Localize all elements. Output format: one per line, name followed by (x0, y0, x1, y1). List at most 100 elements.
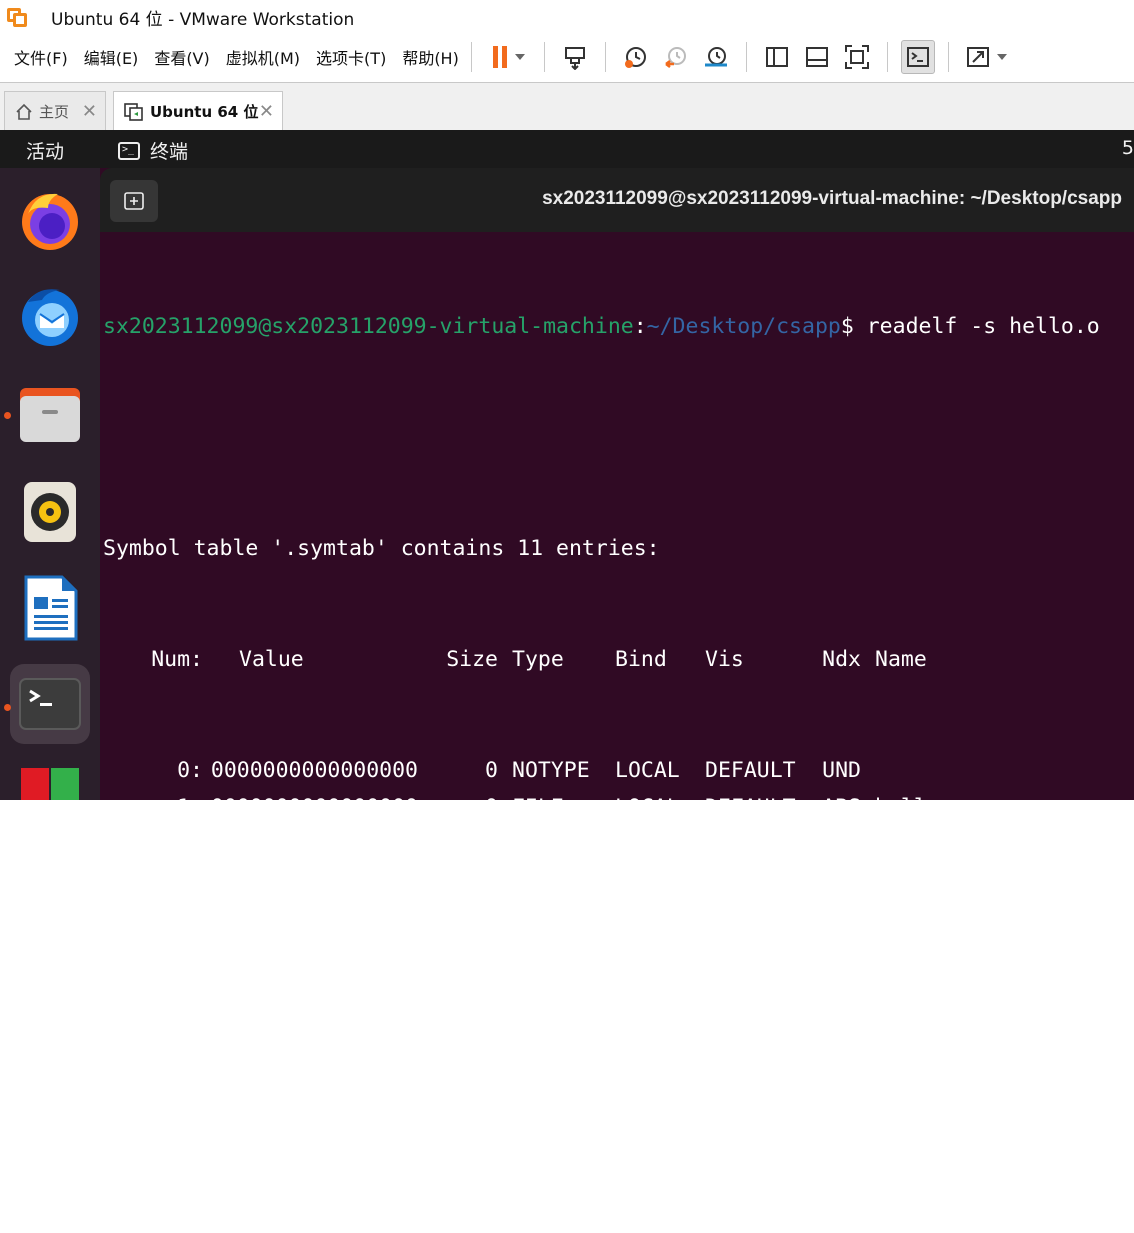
symbol-type: SECTION (512, 869, 603, 894)
terminal-icon: >_ (118, 141, 140, 160)
symbol-name: sleep (875, 1091, 940, 1116)
symbol-type: FILE (512, 795, 564, 820)
symbol-size: 0 (485, 832, 498, 857)
prompt-end: $ (840, 314, 867, 339)
prompt-line: sx2023112099@sx2023112099-virtual-machin… (103, 308, 1133, 345)
symbol-row: 4: 0000000000000000 153 FUNC GLOBAL DEFAULT 1 m… (103, 900, 1133, 937)
tab-ubuntu[interactable]: Ubuntu 64 位 ✕ (113, 91, 283, 131)
symbol-type: SECTION (512, 832, 603, 857)
symbol-rows: 0: 0000000000000000 0 NOTYPE LOCAL DEFAULT UND… (103, 752, 1133, 1159)
firefox-icon (22, 193, 78, 250)
show-library-button[interactable] (760, 40, 794, 74)
pause-button[interactable] (485, 40, 531, 74)
symbol-name: getchar (875, 1128, 966, 1153)
snapshot-manager-button[interactable] (699, 40, 733, 74)
symbol-name: atoi (875, 1054, 927, 1079)
col-bind: Bind (615, 647, 667, 672)
vmware-logo-icon (7, 6, 29, 28)
running-indicator (4, 412, 11, 419)
app-menu[interactable]: >_ 终端 (118, 137, 188, 164)
symbol-vis: DEFAULT (705, 1128, 796, 1153)
dock-firefox[interactable] (10, 180, 90, 260)
symbol-ndx: 1 (848, 832, 861, 857)
terminal-output[interactable]: sx2023112099@sx2023112099-virtual-machin… (103, 234, 1133, 1233)
symbol-ndx: 1 (848, 906, 861, 931)
symbol-type: NOTYPE (512, 980, 590, 1005)
dock-terminal[interactable] (10, 664, 90, 744)
new-tab-button[interactable] (110, 180, 158, 222)
symbol-bind: GLOBAL (615, 1054, 693, 1079)
symbol-vis: DEFAULT (705, 906, 796, 931)
close-icon[interactable]: ✕ (259, 101, 274, 122)
menu-help[interactable]: 帮助(H) (402, 41, 459, 73)
revert-snapshot-button[interactable] (659, 40, 693, 74)
terminal-window: sx2023112099@sx2023112099-virtual-machin… (100, 168, 1134, 1153)
symbol-bind: GLOBAL (615, 1017, 693, 1042)
menu-view[interactable]: 查看(V) (154, 41, 209, 73)
toolbar-divider (886, 42, 888, 72)
bottom-panel-layout-icon (805, 47, 828, 67)
symbol-num: 4: (177, 906, 203, 931)
symbol-name: exit (875, 980, 927, 1005)
col-vis: Vis (705, 647, 744, 672)
col-size: Size (446, 647, 498, 672)
dock-files[interactable] (10, 374, 90, 454)
clock[interactable]: 5 (1122, 137, 1134, 159)
menu-vm[interactable]: 虚拟机(M) (226, 41, 300, 73)
symbol-value: 0000000000000000 (210, 832, 418, 857)
thunderbird-icon (22, 289, 78, 346)
console-view-button[interactable] (900, 40, 935, 74)
symbol-num: 8: (177, 1054, 203, 1079)
symbol-num: 2: (177, 832, 203, 857)
symbol-row: 3: 0000000000000000 0 SECTION LOCAL DEFAULT 5.… (103, 863, 1133, 900)
running-indicator (4, 704, 11, 711)
symbol-ndx: UND (822, 1091, 861, 1116)
symbol-value: 0000000000000000 (210, 795, 418, 820)
terminal-title: sx2023112099@sx2023112099-virtual-machin… (542, 188, 1122, 209)
symbol-vis: DEFAULT (705, 758, 796, 783)
symbol-size: 0 (485, 869, 498, 894)
close-icon[interactable]: ✕ (82, 101, 97, 122)
symbol-vis: DEFAULT (705, 1091, 796, 1116)
tab-home[interactable]: 主页 ✕ (4, 91, 106, 131)
chevron-down-icon (996, 54, 1007, 60)
activities-button[interactable]: 活动 (26, 137, 64, 164)
toolbar-divider (543, 42, 545, 72)
snapshot-button[interactable] (619, 40, 653, 74)
snapshot-clock-icon (624, 47, 646, 68)
send-ctrl-alt-del-button[interactable] (558, 40, 592, 74)
symbol-row: 7: 0000000000000000 0 NOTYPE GLOBAL DEFAULT UN… (103, 1011, 1133, 1048)
toolbar-divider (745, 42, 747, 72)
symbol-size: 0 (485, 1091, 498, 1116)
software-center-icon (21, 768, 79, 800)
symbol-name: puts (875, 943, 927, 968)
menu-file[interactable]: 文件(F) (14, 41, 68, 73)
symbol-bind: GLOBAL (615, 1128, 693, 1153)
symbol-row: 2: 0000000000000000 0 SECTION LOCAL DEFAULT 1.… (103, 826, 1133, 863)
dock-software-center[interactable] (10, 762, 90, 802)
symbol-value: 0000000000000000 (210, 1017, 418, 1042)
dock-rhythmbox[interactable] (10, 472, 90, 552)
full-screen-button[interactable] (840, 40, 874, 74)
symbol-size: 153 (459, 906, 498, 931)
dock-libreoffice-writer[interactable] (10, 568, 90, 648)
col-name: Name (875, 647, 927, 672)
symbol-type: NOTYPE (512, 1054, 590, 1079)
symbol-value: 0000000000000000 (210, 869, 418, 894)
toolbar-divider (947, 42, 949, 72)
menu-edit[interactable]: 编辑(E) (84, 41, 139, 73)
symbol-num: 6: (177, 980, 203, 1005)
symbol-ndx: 5 (848, 869, 861, 894)
home-icon (15, 103, 33, 121)
symbol-bind: LOCAL (615, 795, 680, 820)
console-icon (906, 47, 929, 67)
symbol-vis: DEFAULT (705, 832, 796, 857)
stretch-guest-button[interactable] (962, 40, 1010, 74)
col-value: Value (239, 647, 304, 672)
thumbnail-bar-button[interactable] (800, 40, 834, 74)
dock-thunderbird[interactable] (10, 276, 90, 356)
symbol-ndx: UND (822, 1054, 861, 1079)
menu-tabs[interactable]: 选项卡(T) (316, 41, 386, 73)
symbol-ndx: UND (822, 980, 861, 1005)
